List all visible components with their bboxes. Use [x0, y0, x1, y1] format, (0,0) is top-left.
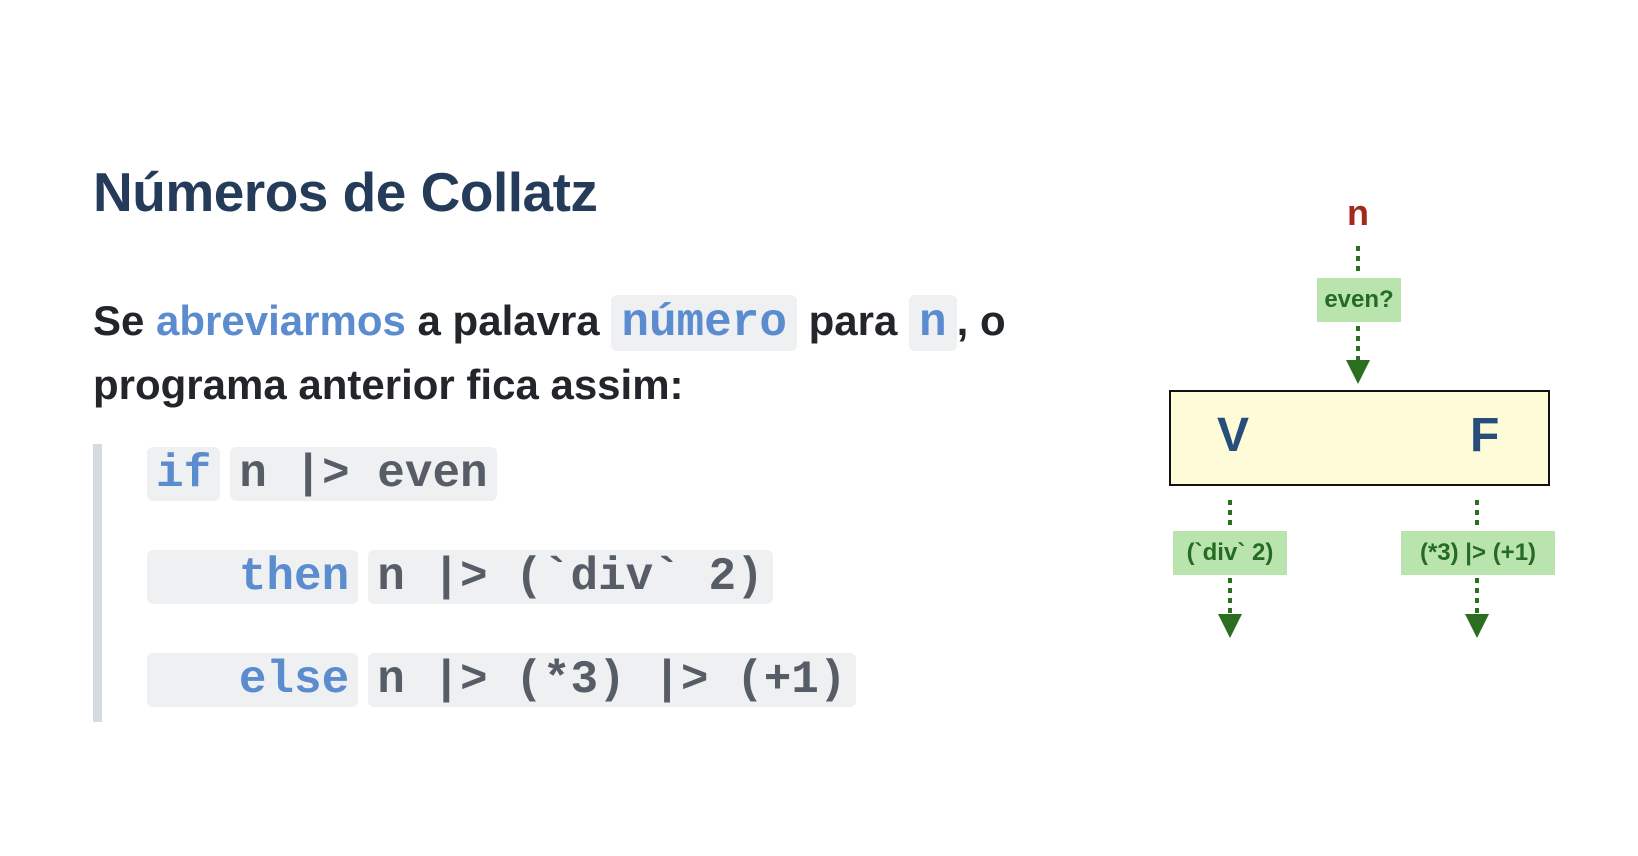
- inline-code-n: n: [909, 295, 957, 351]
- true-branch-label: V: [1217, 409, 1250, 462]
- abbreviate-link[interactable]: abreviarmos: [156, 297, 406, 344]
- decision-box: V F: [1169, 390, 1550, 486]
- code-expression: n |> even: [230, 447, 497, 501]
- code-line-then: then n |> (`div` 2): [147, 550, 773, 604]
- keyword-then: then: [147, 550, 359, 604]
- code-expression: n |> (*3) |> (+1): [368, 653, 856, 707]
- input-n-label: n: [1347, 192, 1369, 233]
- paragraph-text: para: [808, 297, 898, 344]
- code-expression: n |> (`div` 2): [368, 550, 773, 604]
- keyword-else: else: [147, 653, 359, 707]
- div-operation-tag: (`div` 2): [1173, 531, 1287, 575]
- code-blockquote: if n |> even then n |> (`div` 2) else n …: [93, 444, 856, 722]
- even-test-tag: even?: [1317, 278, 1401, 322]
- paragraph-text: Se: [93, 297, 145, 344]
- inline-code-numero: número: [611, 295, 797, 351]
- collatz-flow-diagram: n even? V F (`div` 2) (*3) |> (+1): [1150, 180, 1570, 660]
- intro-paragraph: Se abreviarmos a palavra número para n, …: [93, 290, 1093, 416]
- paragraph-text: a palavra: [417, 297, 600, 344]
- false-branch-label: F: [1470, 409, 1500, 462]
- mul-operation-tag: (*3) |> (+1): [1401, 531, 1555, 575]
- code-line-if: if n |> even: [147, 447, 497, 501]
- keyword-if: if: [147, 447, 221, 501]
- code-line-else: else n |> (*3) |> (+1): [147, 653, 856, 707]
- page-title: Números de Collatz: [93, 161, 598, 223]
